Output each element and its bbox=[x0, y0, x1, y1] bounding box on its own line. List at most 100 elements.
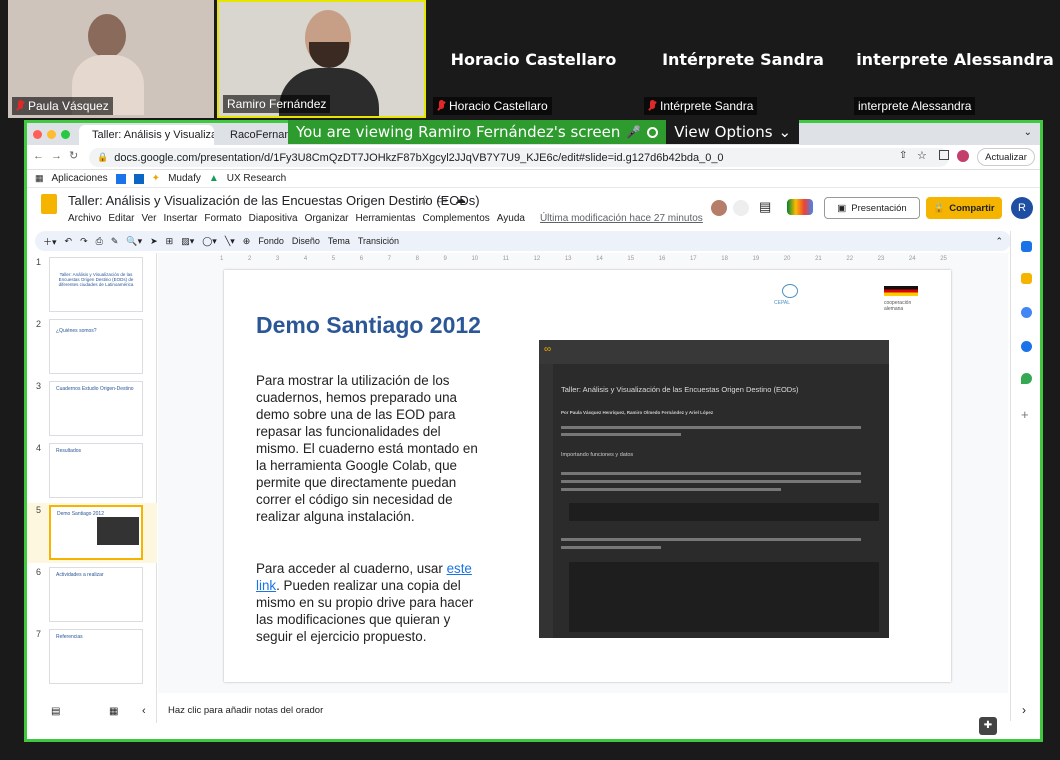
paint-format-icon[interactable]: ✎ bbox=[111, 236, 119, 247]
slide-thumbnail[interactable]: Actividades a realizar bbox=[49, 567, 143, 622]
url-field[interactable]: 🔒 docs.google.com/presentation/d/1Fy3U8C… bbox=[89, 148, 949, 167]
comments-icon[interactable]: ▤ bbox=[759, 199, 771, 215]
slide-thumbnail-selected[interactable]: Demo Santiago 2012 bbox=[49, 505, 143, 560]
mic-muted-icon bbox=[16, 100, 25, 112]
slide-thumbnail[interactable]: Referencias bbox=[49, 629, 143, 684]
print-icon[interactable]: ⎙ bbox=[96, 236, 103, 247]
theme-button[interactable]: Tema bbox=[328, 236, 350, 246]
participant-tile[interactable]: Intérprete Sandra Intérprete Sandra bbox=[640, 0, 846, 118]
calendar-icon[interactable] bbox=[1021, 241, 1032, 252]
speaker-notes[interactable]: Haz clic para añadir notas del orador bbox=[158, 695, 1008, 725]
image-icon[interactable]: ▨▾ bbox=[181, 236, 194, 247]
layout-button[interactable]: Diseño bbox=[292, 236, 320, 246]
background-button[interactable]: Fondo bbox=[258, 236, 284, 246]
menu-ayuda[interactable]: Ayuda bbox=[497, 213, 525, 224]
sidebar-icon[interactable] bbox=[939, 150, 949, 160]
update-button[interactable]: Actualizar bbox=[977, 148, 1035, 166]
linkedin-bookmark-icon[interactable] bbox=[133, 173, 144, 184]
select-tool-icon[interactable]: ➤ bbox=[150, 236, 158, 247]
keep-icon[interactable] bbox=[1021, 273, 1032, 284]
tasks-icon[interactable] bbox=[1021, 307, 1032, 318]
thumbnail-text: Actividades a realizar bbox=[56, 572, 104, 578]
star-icon[interactable]: ☆ bbox=[419, 193, 430, 207]
redo-icon[interactable]: ↷ bbox=[80, 236, 88, 247]
shape-icon[interactable]: ◯▾ bbox=[202, 236, 217, 247]
back-icon[interactable]: ← bbox=[33, 150, 44, 162]
expand-panel-icon[interactable]: › bbox=[1022, 703, 1026, 717]
chat-icon[interactable] bbox=[733, 200, 749, 216]
bookmark-apps[interactable]: Aplicaciones bbox=[52, 173, 108, 184]
maps-icon[interactable] bbox=[1021, 373, 1032, 384]
maximize-window-icon[interactable] bbox=[61, 130, 70, 139]
colab-header bbox=[539, 340, 889, 364]
slide-number: 6 bbox=[36, 567, 42, 577]
menu-diapositiva[interactable]: Diapositiva bbox=[249, 213, 298, 224]
menu-organizar[interactable]: Organizar bbox=[305, 213, 349, 224]
menu-herramientas[interactable]: Herramientas bbox=[355, 213, 415, 224]
share-button[interactable]: 🔒 Compartir bbox=[926, 197, 1002, 219]
view-options-label: View Options bbox=[674, 123, 773, 141]
participant-tile[interactable]: Horacio Castellaro Horacio Castellaro bbox=[429, 0, 638, 118]
slide-paragraph-link[interactable]: Para acceder al cuaderno, usar este link… bbox=[256, 560, 478, 645]
slide-thumbnail[interactable]: Cuadernos Estudio Origen-Destino bbox=[49, 381, 143, 436]
menu-archivo[interactable]: Archivo bbox=[68, 213, 101, 224]
last-edit-link[interactable]: Última modificación hace 27 minutos bbox=[540, 213, 703, 224]
explore-icon[interactable]: ✚ bbox=[979, 717, 997, 735]
filmstrip-view-icon[interactable]: ▦ bbox=[109, 706, 118, 717]
view-options-button[interactable]: View Options ⌄ bbox=[666, 120, 800, 144]
ruler-tick: 3 bbox=[275, 256, 280, 262]
colab-notebook-title: Taller: Análisis y Visualización de las … bbox=[561, 385, 799, 394]
slide-thumbnail[interactable]: Resultados bbox=[49, 443, 143, 498]
reload-icon[interactable]: ↻ bbox=[69, 149, 78, 162]
share-icon[interactable]: ⇧ bbox=[899, 150, 907, 161]
bookmark-star-icon[interactable]: ☆ bbox=[917, 149, 927, 162]
present-button[interactable]: ▣ Presentación bbox=[824, 197, 920, 219]
participant-tile-active[interactable]: Ramiro Fernández bbox=[217, 0, 426, 118]
account-avatar[interactable]: R bbox=[1011, 197, 1033, 219]
update-label: Actualizar bbox=[985, 151, 1027, 163]
participant-tile[interactable]: interprete Alessandra interprete Alessan… bbox=[850, 0, 1060, 118]
minimize-window-icon[interactable] bbox=[47, 130, 56, 139]
slide-thumbnail[interactable]: Taller: Análisis y Visualización de las … bbox=[49, 257, 143, 312]
move-folder-icon[interactable]: ▭ bbox=[437, 193, 447, 206]
collapse-toolbar-icon[interactable]: ⌃ bbox=[995, 236, 1003, 247]
close-window-icon[interactable] bbox=[33, 130, 42, 139]
menu-formato[interactable]: Formato bbox=[204, 213, 241, 224]
mudafy-icon: ✦ bbox=[151, 173, 161, 184]
grid-view-icon[interactable]: ▤ bbox=[51, 706, 60, 717]
participant-tile[interactable]: Paula Vásquez bbox=[8, 0, 214, 118]
ruler-tick: 2 bbox=[247, 256, 252, 262]
meet-icon[interactable] bbox=[787, 199, 813, 215]
forward-icon[interactable]: → bbox=[51, 150, 62, 162]
menu-ver[interactable]: Ver bbox=[141, 213, 156, 224]
current-slide[interactable]: Demo Santiago 2012 CEPAL cooperación ale… bbox=[224, 270, 951, 682]
profile-avatar[interactable] bbox=[957, 150, 969, 162]
bookmark-mudafy[interactable]: Mudafy bbox=[168, 173, 201, 184]
calendar-bookmark-icon[interactable] bbox=[115, 173, 126, 184]
comment-add-icon[interactable]: ⊕ bbox=[243, 236, 251, 247]
menu-insertar[interactable]: Insertar bbox=[164, 213, 198, 224]
contacts-icon[interactable] bbox=[1021, 341, 1032, 352]
slide-title[interactable]: Demo Santiago 2012 bbox=[256, 312, 481, 339]
undo-icon[interactable]: ↶ bbox=[65, 236, 73, 247]
add-addon-icon[interactable]: + bbox=[1021, 407, 1029, 422]
menu-editar[interactable]: Editar bbox=[108, 213, 134, 224]
slides-logo-icon[interactable] bbox=[41, 194, 57, 214]
line-icon[interactable]: ╲▾ bbox=[225, 236, 235, 247]
browser-tab-active[interactable]: Taller: Análisis y Visualizació bbox=[79, 125, 214, 145]
collapse-panel-icon[interactable]: ‹ bbox=[142, 705, 146, 717]
presentation-title[interactable]: Taller: Análisis y Visualización de las … bbox=[68, 193, 480, 208]
tab-search-icon[interactable]: ⌄ bbox=[1024, 127, 1032, 138]
slide-paragraph[interactable]: Para mostrar la utilización de los cuade… bbox=[256, 372, 478, 525]
new-slide-icon[interactable]: ＋▾ bbox=[43, 235, 57, 248]
collaborator-avatar[interactable] bbox=[711, 200, 727, 216]
menu-complementos[interactable]: Complementos bbox=[423, 213, 490, 224]
transition-button[interactable]: Transición bbox=[358, 236, 399, 246]
cloud-saved-icon: ☁ bbox=[455, 194, 466, 206]
slide-thumbnail[interactable]: ¿Quiénes somos? bbox=[49, 319, 143, 374]
zoom-icon[interactable]: 🔍▾ bbox=[126, 236, 142, 247]
textbox-icon[interactable]: ⊞ bbox=[166, 236, 174, 247]
apps-grid-icon[interactable]: ▦ bbox=[35, 173, 44, 184]
browser-tab[interactable]: RacoFernandez bbox=[217, 125, 297, 145]
bookmark-ux-research[interactable]: UX Research bbox=[227, 173, 286, 184]
